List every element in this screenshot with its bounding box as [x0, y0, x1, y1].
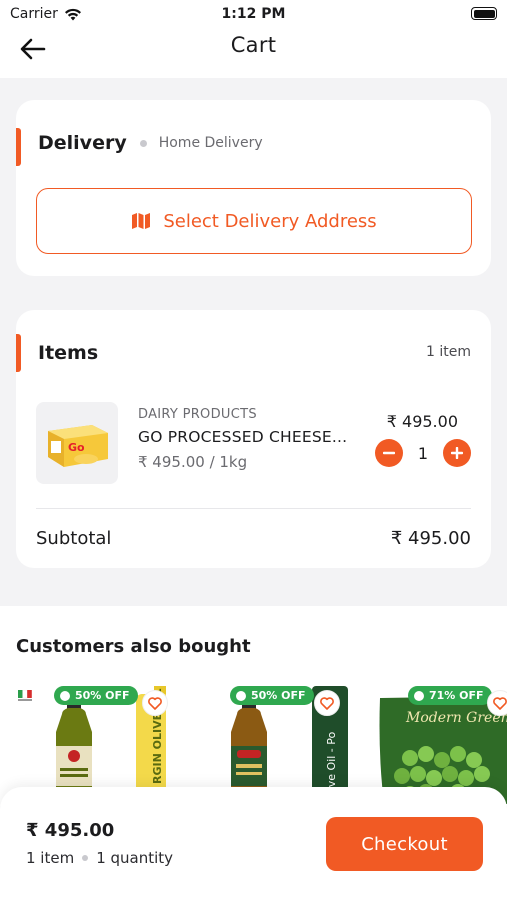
- quantity-value: 1: [417, 443, 429, 463]
- favorite-button[interactable]: [314, 690, 340, 716]
- delivery-header: Delivery Home Delivery: [38, 132, 263, 154]
- favorite-button[interactable]: [142, 690, 168, 716]
- minus-icon: [383, 451, 395, 455]
- item-price-column: ₹ 495.00 1: [361, 412, 471, 467]
- item-count-label: 1 item: [26, 849, 75, 867]
- recommended-product-card[interactable]: Olive Oil - Po 50% OFF: [192, 684, 348, 804]
- favorite-button[interactable]: [487, 690, 507, 716]
- discount-badge: 50% OFF: [54, 686, 138, 705]
- item-line-price: ₹ 495.00: [386, 412, 458, 431]
- discount-label: 50% OFF: [75, 689, 130, 702]
- discount-icon: [236, 690, 246, 701]
- quantity-count-label: 1 quantity: [96, 849, 174, 867]
- select-address-label: Select Delivery Address: [163, 210, 377, 232]
- subtotal-value: ₹ 495.00: [390, 528, 471, 549]
- checkout-button[interactable]: Checkout: [326, 817, 483, 871]
- svg-text:Go: Go: [68, 441, 85, 454]
- decrease-quantity-button[interactable]: [375, 439, 403, 467]
- cart-total: ₹ 495.00: [26, 820, 115, 841]
- recommendations-section: Customers also bought RGIN OLIVE OIL 50%…: [0, 606, 507, 806]
- cheese-box-image: Go: [48, 425, 108, 467]
- discount-badge: 71% OFF: [408, 686, 492, 705]
- recommended-product-card[interactable]: RGIN OLIVE OIL 50% OFF: [16, 684, 168, 804]
- section-accent: [16, 334, 21, 372]
- delivery-heading: Delivery: [38, 132, 127, 154]
- item-unit-price: ₹ 495.00 / 1kg: [138, 453, 248, 471]
- heart-icon: [148, 696, 162, 710]
- item-category: DAIRY PRODUCTS: [138, 407, 257, 422]
- items-card: Items 1 item Go DAIRY PRODUCTS GO PROCES…: [16, 310, 491, 568]
- map-icon: [132, 213, 151, 229]
- section-accent: [16, 128, 21, 166]
- item-name[interactable]: GO PROCESSED CHEESE...: [138, 428, 368, 446]
- clock: 1:12 PM: [221, 6, 286, 22]
- nav-bar: Cart: [0, 28, 507, 78]
- delivery-mode: Home Delivery: [158, 135, 263, 151]
- discount-icon: [60, 690, 70, 701]
- battery-icon: [471, 7, 497, 20]
- divider: [36, 508, 471, 509]
- delivery-card: Delivery Home Delivery Select Delivery A…: [16, 100, 491, 276]
- recommended-product-card[interactable]: Modern Green Peas 71% OFF: [370, 684, 507, 804]
- discount-label: 71% OFF: [429, 689, 484, 702]
- status-bar: Carrier 1:12 PM: [0, 0, 507, 28]
- select-address-button[interactable]: Select Delivery Address: [36, 188, 472, 254]
- checkout-bar: ₹ 495.00 1 item 1 quantity Checkout: [0, 787, 507, 900]
- quantity-stepper: 1: [361, 439, 471, 467]
- discount-icon: [414, 690, 424, 701]
- discount-label: 50% OFF: [251, 689, 306, 702]
- separator-dot: [82, 855, 89, 861]
- subtotal-label: Subtotal: [36, 528, 112, 549]
- separator-dot: [139, 139, 147, 147]
- increase-quantity-button[interactable]: [443, 439, 471, 467]
- heart-icon: [493, 696, 507, 710]
- heart-icon: [320, 696, 334, 710]
- cart-summary: 1 item 1 quantity: [26, 849, 173, 867]
- cart-item-info: DAIRY PRODUCTS GO PROCESSED CHEESE... ₹ …: [138, 407, 368, 471]
- items-heading: Items: [38, 342, 99, 364]
- plus-icon: [451, 447, 463, 459]
- recommendations-title: Customers also bought: [16, 636, 251, 657]
- page-title: Cart: [230, 33, 277, 57]
- discount-badge: 50% OFF: [230, 686, 314, 705]
- product-thumbnail[interactable]: Go: [36, 402, 118, 484]
- items-count: 1 item: [426, 344, 471, 360]
